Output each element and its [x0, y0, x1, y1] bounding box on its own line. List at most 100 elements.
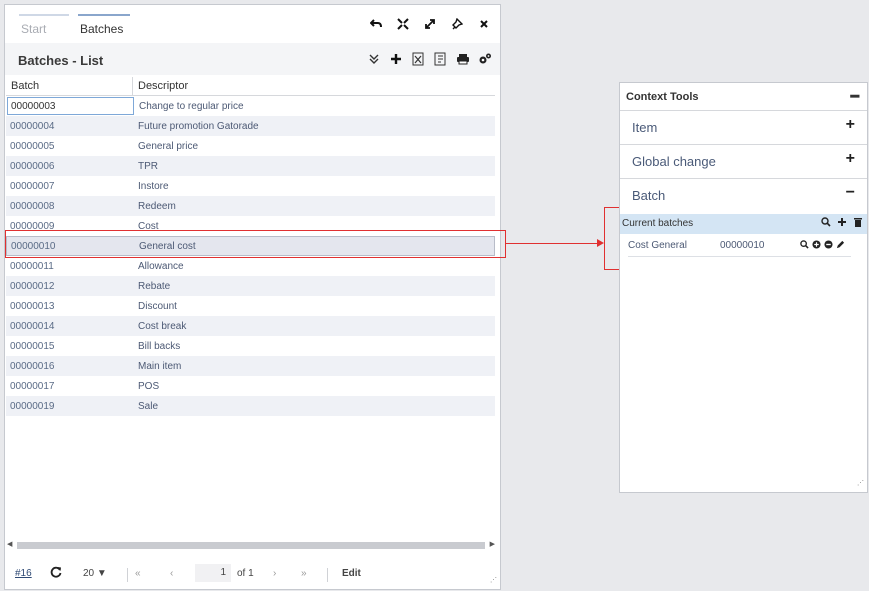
- import-icon[interactable]: [434, 52, 446, 66]
- horizontal-scrollbar[interactable]: ◀ ▶: [7, 540, 495, 550]
- collapse-icon[interactable]: [397, 17, 411, 31]
- search-icon[interactable]: [821, 217, 831, 227]
- table-row[interactable]: 00000016 Main item: [6, 356, 495, 376]
- double-chevron-down-icon[interactable]: [368, 52, 380, 66]
- section-batch[interactable]: Batch −: [620, 179, 867, 213]
- prev-page-icon[interactable]: ‹: [170, 568, 173, 579]
- table-row[interactable]: 00000007 Instore: [6, 176, 495, 196]
- descriptor-cell[interactable]: Redeem: [133, 201, 495, 212]
- column-header-descriptor[interactable]: Descriptor: [133, 77, 495, 95]
- batch-cell[interactable]: 00000012: [6, 281, 133, 292]
- table-row[interactable]: 00000015 Bill backs: [6, 336, 495, 356]
- resize-grip-icon[interactable]: ⋰: [490, 577, 498, 587]
- batch-cell[interactable]: 00000008: [6, 201, 133, 212]
- close-icon[interactable]: [478, 17, 492, 31]
- next-page-icon[interactable]: ›: [273, 568, 276, 579]
- table-row[interactable]: 00000012 Rebate: [6, 276, 495, 296]
- edit-pencil-icon[interactable]: [836, 240, 845, 249]
- first-page-icon[interactable]: «: [135, 568, 141, 579]
- undo-icon[interactable]: [369, 17, 384, 31]
- excel-export-icon[interactable]: [412, 52, 424, 66]
- section-item[interactable]: Item +: [620, 111, 867, 145]
- descriptor-cell[interactable]: POS: [133, 381, 495, 392]
- table-row[interactable]: 00000014 Cost break: [6, 316, 495, 336]
- section-label: Batch: [632, 188, 666, 203]
- expand-icon[interactable]: [424, 17, 438, 31]
- resize-grip-icon[interactable]: ⋰: [857, 480, 865, 490]
- last-page-icon[interactable]: »: [301, 568, 307, 579]
- table-row[interactable]: 00000004 Future promotion Gatorade: [6, 116, 495, 136]
- descriptor-cell[interactable]: Main item: [133, 361, 495, 372]
- descriptor-cell[interactable]: General price: [133, 141, 495, 152]
- current-batches-label: Current batches: [622, 218, 694, 229]
- batch-cell[interactable]: 00000014: [6, 321, 133, 332]
- batch-row-actions: [800, 240, 845, 249]
- descriptor-cell[interactable]: Change to regular price: [134, 101, 495, 112]
- add-icon[interactable]: [837, 217, 847, 227]
- callout-connector: [506, 243, 598, 244]
- descriptor-cell[interactable]: Instore: [133, 181, 495, 192]
- batch-cell[interactable]: 00000016: [6, 361, 133, 372]
- page-size-value: 20: [83, 568, 95, 579]
- expand-icon[interactable]: +: [846, 150, 855, 168]
- table-row[interactable]: 00000005 General price: [6, 136, 495, 156]
- batch-cell[interactable]: 00000019: [6, 401, 133, 412]
- batch-cell[interactable]: 00000003: [7, 97, 134, 115]
- table-row[interactable]: 00000011 Allowance: [6, 256, 495, 276]
- batch-cell[interactable]: 00000004: [6, 121, 133, 132]
- descriptor-cell[interactable]: Future promotion Gatorade: [133, 121, 495, 132]
- record-count-link[interactable]: #16: [15, 568, 32, 579]
- batch-cell[interactable]: 00000006: [6, 161, 133, 172]
- pagination-bar: #16 20 ▼ « ‹ 1 of 1 › » Edit: [5, 560, 500, 588]
- table-row[interactable]: 00000006 TPR: [6, 156, 495, 176]
- scroll-left-icon[interactable]: ◀: [7, 540, 12, 548]
- table-row[interactable]: 00000017 POS: [6, 376, 495, 396]
- trash-icon[interactable]: [853, 217, 863, 227]
- collapse-icon[interactable]: −: [846, 184, 855, 202]
- batch-cell[interactable]: 00000013: [6, 301, 133, 312]
- collapse-panel-icon[interactable]: ━: [851, 88, 859, 105]
- batch-cell[interactable]: 00000017: [6, 381, 133, 392]
- descriptor-cell[interactable]: Cost break: [133, 321, 495, 332]
- descriptor-cell[interactable]: TPR: [133, 161, 495, 172]
- descriptor-cell[interactable]: Sale: [133, 401, 495, 412]
- remove-circle-icon[interactable]: [824, 240, 833, 249]
- list-toolbar: [368, 52, 491, 66]
- table-row[interactable]: 00000008 Redeem: [6, 196, 495, 216]
- tab-batches[interactable]: Batches: [78, 14, 130, 38]
- print-icon[interactable]: [456, 52, 469, 66]
- current-batch-row[interactable]: Cost General 00000010: [628, 235, 851, 257]
- refresh-icon[interactable]: [49, 565, 63, 582]
- expand-icon[interactable]: +: [846, 116, 855, 134]
- table-row[interactable]: 00000019 Sale: [6, 396, 495, 416]
- descriptor-cell[interactable]: Rebate: [133, 281, 495, 292]
- column-header-batch[interactable]: Batch: [6, 77, 133, 95]
- add-icon[interactable]: [390, 52, 402, 66]
- section-global-change[interactable]: Global change +: [620, 145, 867, 179]
- current-batches-toolbar: [821, 217, 863, 227]
- batch-cell[interactable]: 00000007: [6, 181, 133, 192]
- descriptor-cell[interactable]: Bill backs: [133, 341, 495, 352]
- settings-icon[interactable]: [478, 52, 491, 66]
- batch-cell[interactable]: 00000015: [6, 341, 133, 352]
- descriptor-cell[interactable]: Allowance: [133, 261, 495, 272]
- scroll-right-icon[interactable]: ▶: [490, 540, 495, 548]
- page-size-select[interactable]: 20 ▼: [83, 568, 107, 579]
- table-row[interactable]: 00000013 Discount: [6, 296, 495, 316]
- pin-icon[interactable]: [451, 17, 465, 31]
- add-circle-icon[interactable]: [812, 240, 821, 249]
- batch-cell[interactable]: 00000005: [6, 141, 133, 152]
- scrollbar-thumb[interactable]: [17, 542, 485, 549]
- edit-button[interactable]: Edit: [342, 568, 361, 579]
- descriptor-cell[interactable]: Discount: [133, 301, 495, 312]
- current-batches-header: Current batches: [620, 214, 867, 234]
- tab-start[interactable]: Start: [19, 14, 69, 38]
- table-row[interactable]: 00000003 Change to regular price: [6, 96, 495, 116]
- batch-name: Cost General: [628, 240, 687, 251]
- batch-cell[interactable]: 00000011: [6, 261, 133, 272]
- page-number-input[interactable]: 1: [195, 564, 231, 582]
- batches-window: Start Batches Batches - List Batch Descr…: [4, 4, 501, 590]
- batch-number: 00000010: [720, 240, 765, 251]
- search-icon[interactable]: [800, 240, 809, 249]
- tabs-bar: Start Batches: [5, 5, 500, 39]
